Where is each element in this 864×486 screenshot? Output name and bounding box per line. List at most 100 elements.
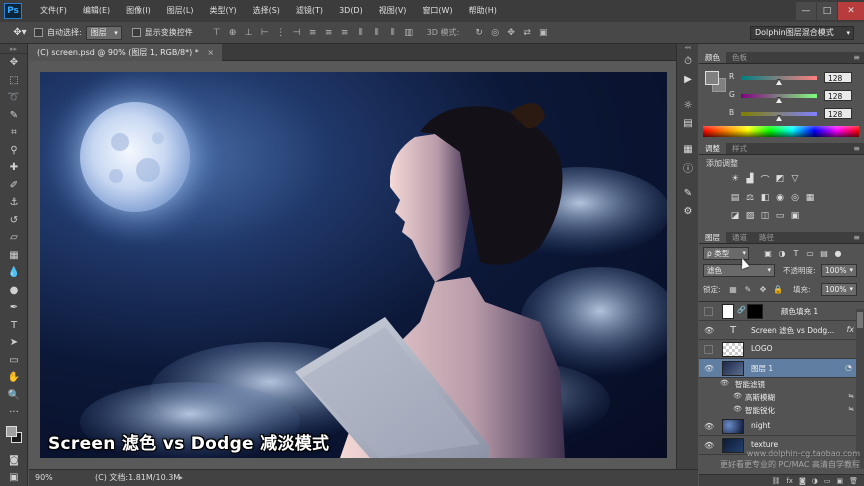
tab-channels[interactable]: 通道 [726,232,753,243]
add-mask-icon[interactable]: ◙ [799,477,806,485]
blend-mode-dropdown[interactable]: 滤色 [703,264,775,277]
status-menu-arrow-icon[interactable]: ▸ [179,470,183,486]
tab-color[interactable]: 颜色 [699,52,726,63]
brightness-contrast-icon[interactable]: ☀ [729,173,741,185]
new-group-icon[interactable]: ▭ [824,477,831,485]
smart-filters-row[interactable]: 👁 智能滤镜 [699,378,864,391]
move-tool-preset-icon[interactable]: ✥▾ [6,24,34,42]
fill-input[interactable]: 100% [821,283,857,296]
navigator-panel-icon[interactable]: ☼ [677,96,699,114]
distribute-vcenter-icon[interactable]: ≡ [323,27,335,39]
green-thumb[interactable] [776,97,782,103]
red-thumb[interactable] [776,79,782,85]
layer-row[interactable]: 👁 图层 1 ◔ [699,359,864,378]
filter-options-icon[interactable]: ≒ [848,392,854,400]
menu-select[interactable]: 选择(S) [245,0,288,22]
red-slider[interactable]: R 128 [729,72,859,85]
document-canvas[interactable]: Screen 滤色 vs Dodge 减淡模式 [40,72,667,458]
align-bottom-icon[interactable]: ⊥ [243,27,255,39]
zoom-level[interactable]: 90% [35,470,75,486]
history-panel-icon[interactable]: ⏱ [677,52,699,70]
blue-thumb[interactable] [776,115,782,121]
color-balance-icon[interactable]: ⚖ [744,192,756,204]
invert-icon[interactable]: ◪ [729,210,741,222]
photo-filter-icon[interactable]: ◉ [774,192,786,204]
document-tab[interactable]: (C) screen.psd @ 90% (图层 1, RGB/8*) * × [29,44,223,61]
fx-icon[interactable]: fx [846,325,854,334]
auto-select-checkbox[interactable] [34,28,43,37]
edit-toolbar-icon[interactable]: ··· [0,404,28,422]
curves-icon[interactable]: ⌒ [759,173,771,186]
layer-row[interactable]: 👁 night [699,417,864,436]
distribute-right-icon[interactable]: ⦀ [387,27,399,39]
filter-type-icon[interactable]: T [789,247,803,259]
workspace-switcher[interactable]: Dolphin图层混合模式 [750,26,854,40]
eye-icon[interactable]: 👁 [704,441,714,450]
blue-slider[interactable]: B 128 [729,108,859,121]
histogram-panel-icon[interactable]: ▤ [677,114,699,132]
filter-smart-object-icon[interactable]: ▤ [817,247,831,259]
filter-eye-icon[interactable]: 👁 [733,392,742,400]
brush-panel-icon[interactable]: ✎ [677,184,699,202]
eyedropper-tool-icon[interactable]: ⚲ [0,142,28,160]
gradient-tool-icon[interactable]: ▦ [0,247,28,265]
scrollbar-thumb[interactable] [857,312,863,328]
black-white-icon[interactable]: ◧ [759,192,771,204]
link-layers-icon[interactable]: ⛓ [771,477,780,485]
auto-align-icon[interactable]: ▥ [403,27,415,39]
3d-pan-icon[interactable]: ✥ [505,27,517,39]
menu-help[interactable]: 帮助(H) [461,0,505,22]
align-hcenter-icon[interactable]: ⋮ [275,27,287,39]
new-adjustment-icon[interactable]: ◑ [812,477,818,485]
show-transform-checkbox[interactable] [131,28,141,37]
close-button[interactable]: ✕ [838,2,864,20]
minimize-button[interactable]: — [796,2,816,20]
eye-icon[interactable]: 👁 [704,364,714,373]
filter-pixel-icon[interactable]: ▣ [761,247,775,259]
distribute-top-icon[interactable]: ≡ [307,27,319,39]
add-style-icon[interactable]: fx [786,477,793,485]
clone-stamp-tool-icon[interactable]: ⚓ [0,194,28,212]
lock-all-icon[interactable]: 🔒 [772,283,784,295]
filter-row[interactable]: 👁 高斯模糊 ≒ [699,391,864,404]
lock-position-icon[interactable]: ✥ [757,283,769,295]
eraser-tool-icon[interactable]: ▱ [0,229,28,247]
color-lookup-icon[interactable]: ▦ [804,192,816,204]
properties-panel-icon[interactable]: ▦ [677,140,699,158]
dock-grip-icon[interactable]: ◂◂ [677,44,698,52]
layer-row[interactable]: LOGO [699,340,864,359]
toolbar-grip-icon[interactable]: ▸▸ [0,44,27,54]
screen-mode-icon[interactable]: ▣ [0,469,28,486]
color-spectrum-bar[interactable] [703,126,859,137]
green-slider[interactable]: G 128 [729,90,859,103]
menu-image[interactable]: 图像(I) [118,0,159,22]
info-panel-icon[interactable]: ⓘ [677,158,699,176]
smart-filters-eye-icon[interactable]: 👁 [720,379,729,387]
brush-tool-icon[interactable]: ✐ [0,177,28,195]
marquee-tool-icon[interactable]: ⬚ [0,72,28,90]
eye-icon[interactable]: 👁 [704,326,714,335]
pen-tool-icon[interactable]: ✒ [0,299,28,317]
foreground-color-swatch[interactable] [6,425,17,437]
shape-tool-icon[interactable]: ▭ [0,352,28,370]
3d-slide-icon[interactable]: ⇄ [521,27,533,39]
menu-edit[interactable]: 编辑(E) [75,0,118,22]
gradient-map-icon[interactable]: ▭ [774,210,786,222]
3d-rotate-icon[interactable]: ↻ [473,27,485,39]
auto-select-dropdown[interactable]: 图层 [85,25,122,40]
selective-color-icon[interactable]: ▣ [789,210,801,222]
lasso-tool-icon[interactable]: ➰ [0,89,28,107]
menu-window[interactable]: 窗口(W) [414,0,460,22]
filter-shape-icon[interactable]: ▭ [803,247,817,259]
visibility-toggle[interactable] [704,307,713,316]
new-layer-icon[interactable]: ▣ [836,477,843,485]
channel-mixer-icon[interactable]: ◎ [789,192,801,204]
3d-roll-icon[interactable]: ◎ [489,27,501,39]
filter-toggle-icon[interactable]: ● [831,247,845,259]
tab-swatches[interactable]: 色板 [726,52,753,63]
filter-options-icon[interactable]: ≒ [848,405,854,413]
posterize-icon[interactable]: ▨ [744,210,756,222]
layers-menu-icon[interactable]: ≡ [853,232,860,243]
visibility-toggle[interactable] [704,345,713,354]
opacity-input[interactable]: 100% [821,264,857,277]
